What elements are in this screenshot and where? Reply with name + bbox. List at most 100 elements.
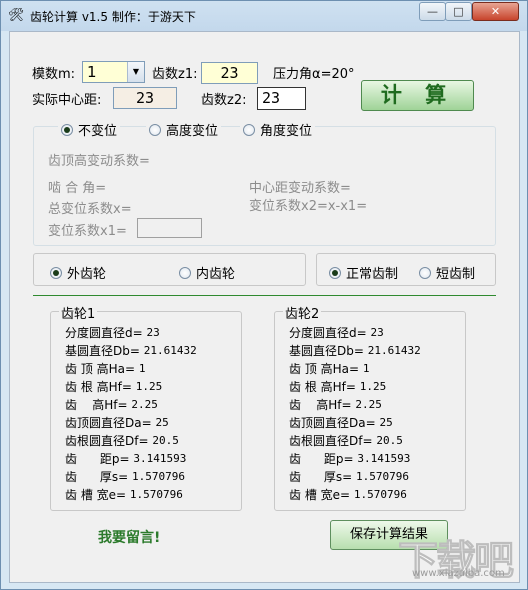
result-value: 1.570796 <box>132 470 185 483</box>
result-row: 齿 根 高Hf= 1.25 <box>289 378 421 396</box>
calculate-button[interactable]: 计 算 <box>361 80 474 111</box>
radio-indicator <box>243 123 255 136</box>
teeth-z2-label: 齿数z2: <box>201 93 247 108</box>
minimize-button[interactable]: — <box>419 2 446 21</box>
result-label: 基圆直径Db= <box>289 344 368 358</box>
radio-indicator <box>149 123 161 136</box>
center-distance-field[interactable]: 23 <box>113 87 177 109</box>
radio-label: 角度变位 <box>260 124 313 139</box>
close-button[interactable]: ✕ <box>472 2 519 21</box>
total-shift-label: 总变位系数x= <box>48 202 132 217</box>
result-label: 齿 厚s= <box>65 470 133 484</box>
result-value: 25 <box>379 416 393 429</box>
gear2-title: 齿轮2 <box>283 303 322 322</box>
result-value: 2.25 <box>131 398 158 411</box>
result-row: 齿 距p= 3.141593 <box>289 450 421 468</box>
result-value: 21.61432 <box>367 344 421 357</box>
divider <box>33 295 496 296</box>
radio-angle-shift[interactable]: 角度变位 <box>240 120 316 139</box>
result-value: 1 <box>138 362 146 375</box>
result-value: 1.570796 <box>353 488 407 501</box>
result-row: 齿 顶 高Ha= 1 <box>289 360 421 378</box>
result-row: 齿 厚s= 1.570796 <box>289 468 421 486</box>
result-label: 齿 根 高Hf= <box>289 380 360 394</box>
result-row: 基圆直径Db= 21.61432 <box>65 342 197 360</box>
radio-label: 外齿轮 <box>67 267 107 282</box>
result-row: 齿根圆直径Df= 20.5 <box>289 432 421 450</box>
title-bar[interactable]: 🛠 齿轮计算 v1.5 制作：于游天下 — □ ✕ <box>1 1 527 30</box>
window-title: 齿轮计算 v1.5 制作：于游天下 <box>30 10 196 24</box>
radio-internal-gear[interactable]: 内齿轮 <box>179 263 235 282</box>
result-row: 齿 槽 宽e= 1.570796 <box>65 486 197 504</box>
result-row: 齿 根 高Hf= 1.25 <box>65 378 197 396</box>
main-panel: 模数m: 1 ▼ 齿数z1: 23 压力角α=20° 实际中心距: 23 齿数z… <box>9 31 520 585</box>
result-label: 齿 槽 宽e= <box>289 488 354 502</box>
gear-tools-icon: 🛠 <box>8 8 25 23</box>
teeth-z1-input[interactable]: 23 <box>201 62 258 84</box>
result-label: 齿根圆直径Df= <box>289 434 377 448</box>
center-distance-label: 实际中心距: <box>32 93 102 108</box>
shift-x1-input[interactable] <box>137 218 202 238</box>
radio-indicator <box>329 266 341 279</box>
module-label: 模数m: <box>32 67 76 82</box>
shift-x1-label: 变位系数x1= <box>48 224 127 239</box>
radio-indicator <box>179 266 191 279</box>
radio-no-shift[interactable]: 不变位 <box>58 120 121 139</box>
result-label: 齿 距p= <box>289 452 358 466</box>
app-window: 🛠 齿轮计算 v1.5 制作：于游天下 — □ ✕ 模数m: 1 ▼ 齿数z1:… <box>0 0 528 590</box>
radio-indicator <box>61 123 73 136</box>
teeth-z1-label: 齿数z1: <box>152 67 198 82</box>
leave-message-link[interactable]: 我要留言! <box>98 527 160 547</box>
radio-label: 短齿制 <box>436 267 476 282</box>
result-row: 基圆直径Db= 21.61432 <box>289 342 421 360</box>
radio-indicator <box>50 266 62 279</box>
result-value: 21.61432 <box>143 344 197 357</box>
radio-normal-tooth[interactable]: 正常齿制 <box>329 263 398 282</box>
result-value: 25 <box>155 416 169 429</box>
result-label: 齿 高Hf= <box>65 398 132 412</box>
result-value: 20.5 <box>152 434 179 447</box>
result-value: 20.5 <box>376 434 403 447</box>
gear1-results: 分度圆直径d= 23 基圆直径Db= 21.61432 齿 顶 高Ha= 1齿 根 … <box>65 324 197 504</box>
result-label: 齿 厚s= <box>289 470 357 484</box>
radio-height-shift[interactable]: 高度变位 <box>146 120 222 139</box>
result-label: 分度圆直径d= <box>65 326 147 340</box>
result-row: 分度圆直径d= 23 <box>289 324 421 342</box>
result-row: 齿 高Hf= 2.25 <box>289 396 421 414</box>
radio-indicator <box>419 266 431 279</box>
pressure-angle-label: 压力角α=20° <box>273 67 355 82</box>
center-shift-coef-label: 中心距变动系数= <box>249 181 351 196</box>
radio-label: 正常齿制 <box>346 267 399 282</box>
addendum-change-label: 齿顶高变动系数= <box>48 154 150 169</box>
result-value: 1.25 <box>135 380 163 393</box>
module-select[interactable]: 1 ▼ <box>82 61 145 83</box>
maximize-button[interactable]: □ <box>445 2 472 21</box>
result-row: 齿 顶 高Ha= 1 <box>65 360 197 378</box>
radio-external-gear[interactable]: 外齿轮 <box>50 263 106 282</box>
chevron-down-icon[interactable]: ▼ <box>127 62 144 82</box>
result-row: 齿 高Hf= 2.25 <box>65 396 197 414</box>
radio-label: 不变位 <box>78 124 118 139</box>
result-value: 1.570796 <box>129 488 183 501</box>
result-label: 基圆直径Db= <box>65 344 144 358</box>
teeth-z2-input[interactable]: 23 <box>257 87 306 110</box>
result-value: 23 <box>146 326 160 339</box>
gear2-results: 分度圆直径d= 23 基圆直径Db= 21.61432 齿 顶 高Ha= 1齿 根 … <box>289 324 421 504</box>
shift-x2-label: 变位系数x2=x-x1= <box>249 199 368 214</box>
result-row: 齿顶圆直径Da= 25 <box>289 414 421 432</box>
result-row: 齿 槽 宽e= 1.570796 <box>289 486 421 504</box>
result-value: 1.25 <box>359 380 387 393</box>
result-label: 齿 槽 宽e= <box>65 488 130 502</box>
result-row: 齿 距p= 3.141593 <box>65 450 197 468</box>
result-label: 齿 高Hf= <box>289 398 356 412</box>
result-row: 齿根圆直径Df= 20.5 <box>65 432 197 450</box>
result-label: 齿 距p= <box>65 452 134 466</box>
working-angle-label: 啮 合 角= <box>48 181 107 196</box>
result-label: 齿顶圆直径Da= <box>65 416 156 430</box>
radio-stub-tooth[interactable]: 短齿制 <box>419 263 475 282</box>
gear1-panel: 齿轮1 分度圆直径d= 23 基圆直径Db= 21.61432 齿 顶 高Ha= 1… <box>50 303 242 511</box>
gear2-panel: 齿轮2 分度圆直径d= 23 基圆直径Db= 21.61432 齿 顶 高Ha= 1… <box>274 303 466 511</box>
result-value: 1.570796 <box>356 470 409 483</box>
result-label: 分度圆直径d= <box>289 326 371 340</box>
module-value: 1 <box>87 63 97 81</box>
